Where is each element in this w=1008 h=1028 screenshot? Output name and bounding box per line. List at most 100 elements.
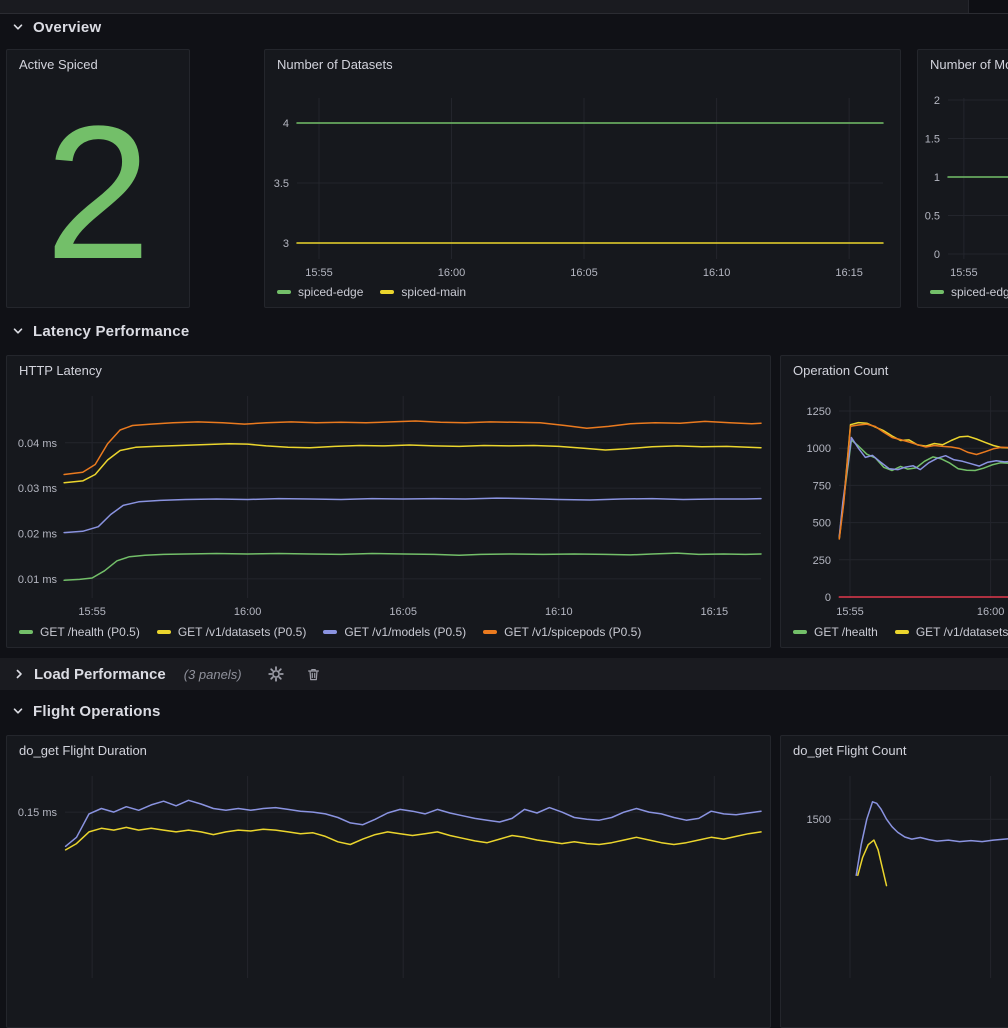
svg-text:0.03 ms: 0.03 ms [18,483,58,495]
legend-item[interactable]: GET /v1/spicepods (P0.5) [483,625,641,639]
legend-label: GET /v1/datasets (P0.5) [178,625,307,639]
svg-text:15:55: 15:55 [305,267,333,279]
svg-text:16:15: 16:15 [701,606,729,618]
chevron-down-icon [12,705,24,717]
operation-count-chart[interactable]: 15:5516:0016:0516:1016:15025050075010001… [781,384,1008,621]
svg-text:16:10: 16:10 [703,267,731,279]
legend-swatch [157,630,171,634]
svg-text:15:55: 15:55 [78,606,106,618]
panel-title[interactable]: do_get Flight Duration [7,736,770,764]
flight-duration-chart[interactable]: 0.15 ms [7,764,770,1001]
svg-text:0: 0 [825,592,831,604]
svg-text:3: 3 [283,238,289,250]
chevron-down-icon [12,325,24,337]
section-header-load-performance[interactable]: Load Performance (3 panels) [0,658,1008,690]
section-header-flight-operations[interactable]: Flight Operations [12,700,161,722]
section-title: Latency Performance [33,323,189,340]
panel-title[interactable]: HTTP Latency [7,356,770,384]
panel-number-of-models: Number of Models 15:5516:0000.511.52 spi… [917,49,1008,308]
svg-text:500: 500 [813,518,831,530]
top-bar [0,0,1008,14]
svg-text:16:05: 16:05 [570,267,598,279]
panel-title[interactable]: Number of Models [918,50,1008,78]
section-header-latency-performance[interactable]: Latency Performance [12,320,189,342]
svg-text:0.04 ms: 0.04 ms [18,438,58,450]
legend-label: GET /health [814,625,878,639]
svg-text:2: 2 [934,95,940,107]
svg-text:16:00: 16:00 [438,267,466,279]
legend-item[interactable]: GET /v1/datasets (P0.5) [157,625,307,639]
svg-text:1500: 1500 [807,814,831,826]
http-latency-chart[interactable]: 15:5516:0016:0516:1016:150.01 ms0.02 ms0… [7,384,770,621]
svg-text:0.5: 0.5 [925,211,940,223]
operation-count-legend: GET /health GET /v1/datasets [793,625,1008,639]
datasets-legend: spiced-edge spiced-main [277,285,466,299]
legend-label: spiced-main [401,285,466,299]
svg-text:1000: 1000 [807,443,831,455]
legend-label: spiced-edge [298,285,363,299]
svg-text:0.02 ms: 0.02 ms [18,529,58,541]
section-delete-button[interactable] [306,667,321,682]
section-header-overview[interactable]: Overview [12,16,101,38]
legend-swatch [19,630,33,634]
legend-item[interactable]: GET /v1/datasets [895,625,1008,639]
chevron-right-icon [13,668,25,680]
legend-swatch [380,290,394,294]
svg-text:1: 1 [934,172,940,184]
chevron-down-icon [12,21,24,33]
legend-item[interactable]: spiced-edge [930,285,1008,299]
grafana-dashboard: { "sections": [ { "id": "overview", "tit… [0,0,1008,849]
http-latency-legend: GET /health (P0.5) GET /v1/datasets (P0.5… [19,625,641,639]
scrollbar-notch[interactable] [968,0,1008,13]
legend-label: GET /health (P0.5) [40,625,140,639]
panel-do-get-flight-count: do_get Flight Count 1500 [780,735,1008,1028]
trash-icon [306,667,321,682]
stat-value: 2 [45,98,151,288]
svg-text:750: 750 [813,480,831,492]
svg-text:0.01 ms: 0.01 ms [18,574,58,586]
svg-text:16:15: 16:15 [835,267,863,279]
svg-text:1250: 1250 [807,406,831,418]
legend-item[interactable]: GET /health [793,625,878,639]
datasets-chart[interactable]: 15:55 16:00 16:05 16:10 16:15 3 3.5 4 [265,78,900,283]
legend-swatch [930,290,944,294]
svg-text:16:00: 16:00 [234,606,262,618]
flight-count-chart[interactable]: 1500 [781,764,1008,1001]
panel-title[interactable]: Operation Count [781,356,1008,384]
panel-title[interactable]: Number of Datasets [265,50,900,78]
svg-text:3.5: 3.5 [274,178,289,190]
svg-text:16:05: 16:05 [389,606,417,618]
panel-count-label: (3 panels) [184,667,242,682]
svg-text:250: 250 [813,555,831,567]
svg-text:0: 0 [934,249,940,261]
section-title: Load Performance [34,666,166,683]
stat-area[interactable]: 2 [7,78,189,307]
gear-icon [268,666,284,682]
panel-do-get-flight-duration: do_get Flight Duration 0.15 ms [6,735,771,1028]
legend-label: GET /v1/spicepods (P0.5) [504,625,641,639]
section-title: Overview [33,19,101,36]
svg-text:15:55: 15:55 [950,267,978,279]
models-chart[interactable]: 15:5516:0000.511.52 [918,78,1008,283]
legend-label: GET /v1/datasets [916,625,1008,639]
panel-title[interactable]: Active Spiced [7,50,189,78]
svg-text:1.5: 1.5 [925,134,940,146]
panel-title[interactable]: do_get Flight Count [781,736,1008,764]
legend-item[interactable]: GET /v1/models (P0.5) [323,625,466,639]
legend-item[interactable]: spiced-main [380,285,466,299]
panel-active-spiced: Active Spiced 2 [6,49,190,308]
legend-item[interactable]: GET /health (P0.5) [19,625,140,639]
svg-text:0.15 ms: 0.15 ms [18,807,58,819]
svg-text:16:00: 16:00 [977,606,1005,618]
legend-label: spiced-edge [951,285,1008,299]
section-title: Flight Operations [33,703,161,720]
panel-operation-count: Operation Count 15:5516:0016:0516:1016:1… [780,355,1008,648]
legend-swatch [895,630,909,634]
panel-http-latency: HTTP Latency 15:5516:0016:0516:1016:150.… [6,355,771,648]
svg-text:4: 4 [283,118,289,130]
legend-swatch [323,630,337,634]
legend-swatch [277,290,291,294]
legend-item[interactable]: spiced-edge [277,285,363,299]
section-settings-button[interactable] [268,666,284,682]
models-legend: spiced-edge [930,285,1008,299]
